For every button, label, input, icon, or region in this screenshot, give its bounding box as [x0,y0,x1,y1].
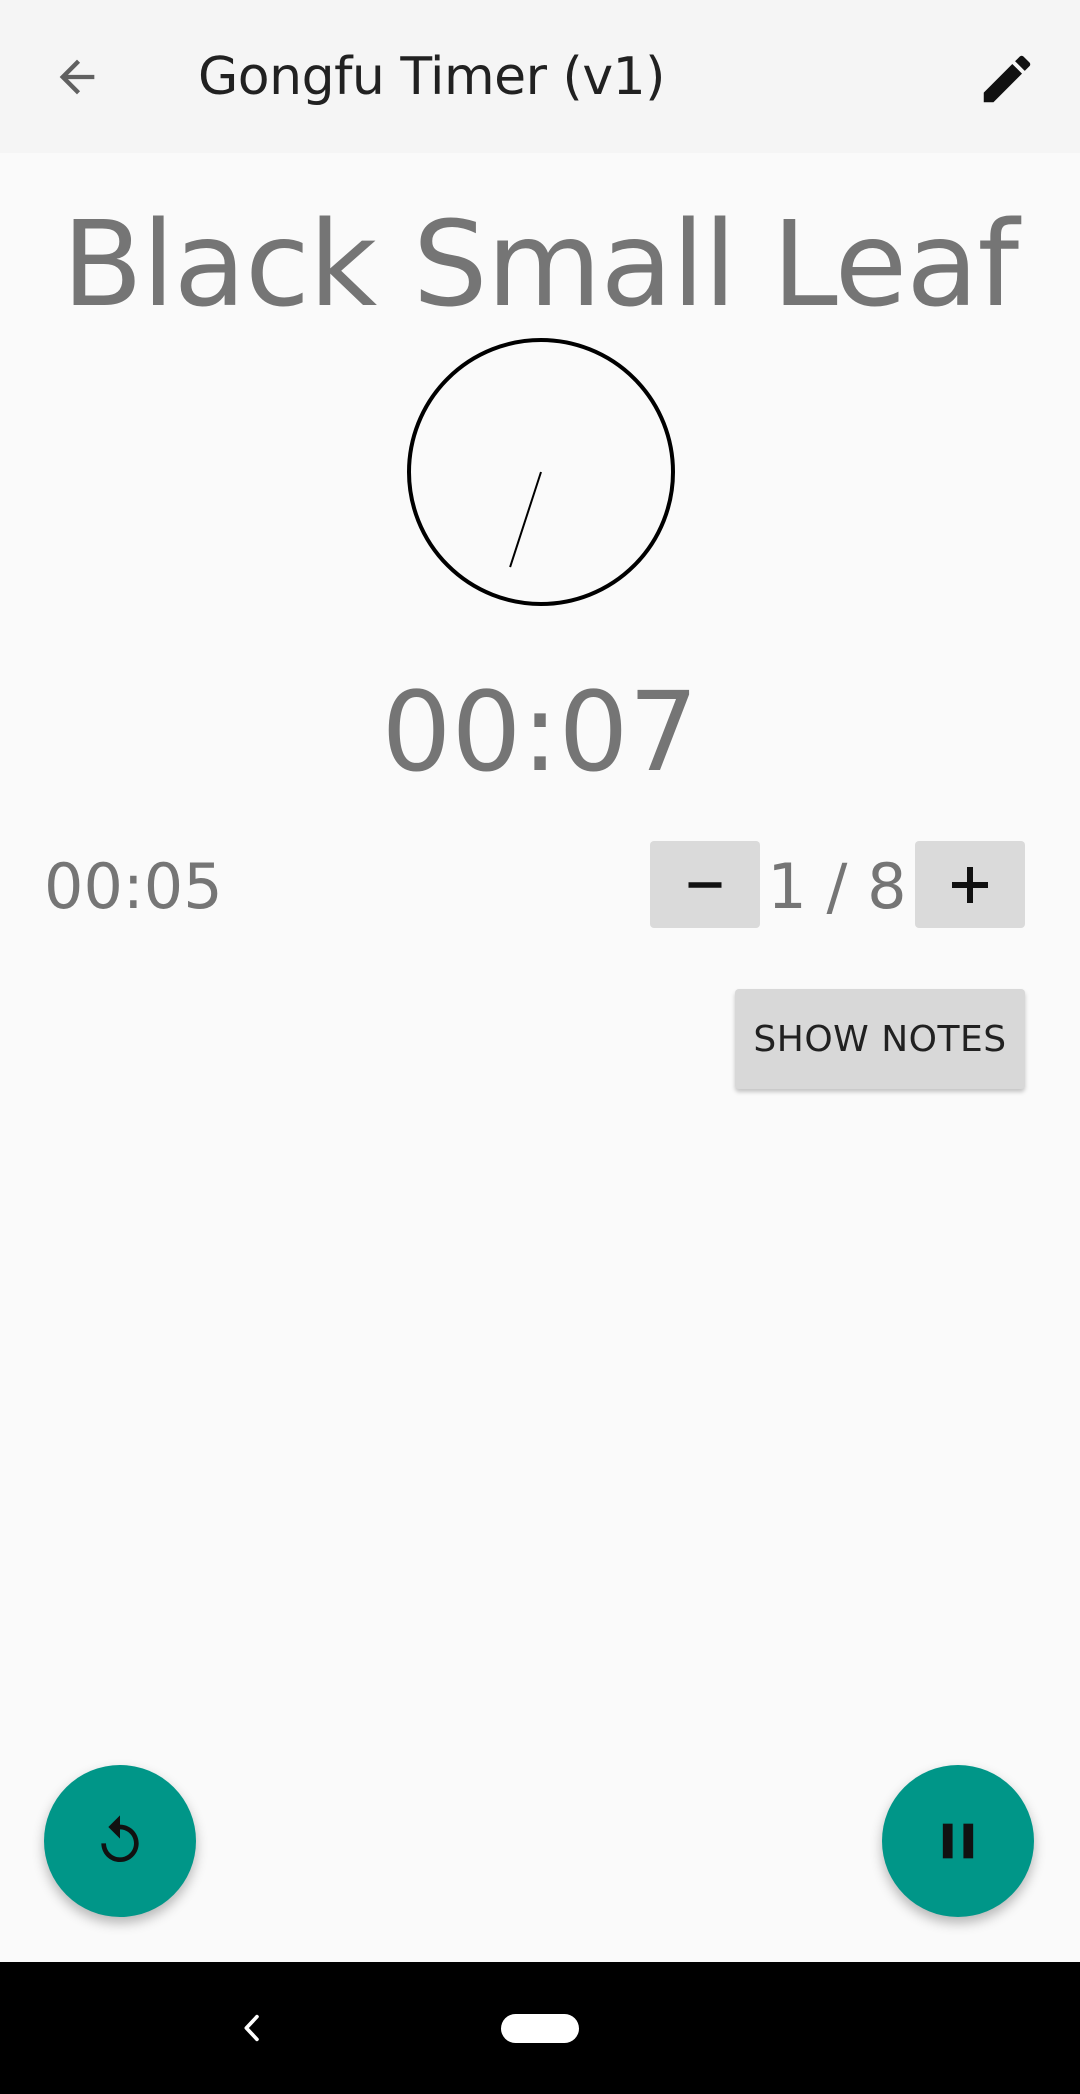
edit-button[interactable] [970,42,1044,116]
reset-button[interactable] [44,1765,196,1917]
minus-icon [688,881,722,888]
decrease-infusion-button[interactable] [650,841,760,928]
system-nav-bar [0,1962,1080,2094]
brew-time: 00:05 [44,850,223,923]
pause-icon [942,1823,974,1859]
chevron-left-icon [244,2014,259,2042]
increase-infusion-button[interactable] [915,841,1025,928]
pause-button[interactable] [882,1765,1034,1917]
show-notes-button[interactable]: SHOW NOTES [735,989,1025,1089]
pencil-icon [983,55,1031,103]
arrow-back-icon [59,59,95,95]
gongfu-timer-screen: Gongfu Timer (v1) Black Small Leaf 00:07… [0,0,1080,2094]
plus-icon [952,866,988,903]
infusion-counter: 1 / 8 [767,850,907,923]
app-title: Gongfu Timer (v1) [198,47,665,107]
timer-dial [407,338,675,606]
elapsed-time: 00:07 [381,668,699,796]
tea-name: Black Small Leaf [61,195,1019,333]
dial-hand [509,471,542,568]
app-bar: Gongfu Timer (v1) [0,0,1080,153]
replay-icon [101,1815,139,1862]
back-button[interactable] [42,42,112,112]
nav-back-button[interactable] [222,1998,282,2058]
nav-home-button[interactable] [501,2014,579,2043]
